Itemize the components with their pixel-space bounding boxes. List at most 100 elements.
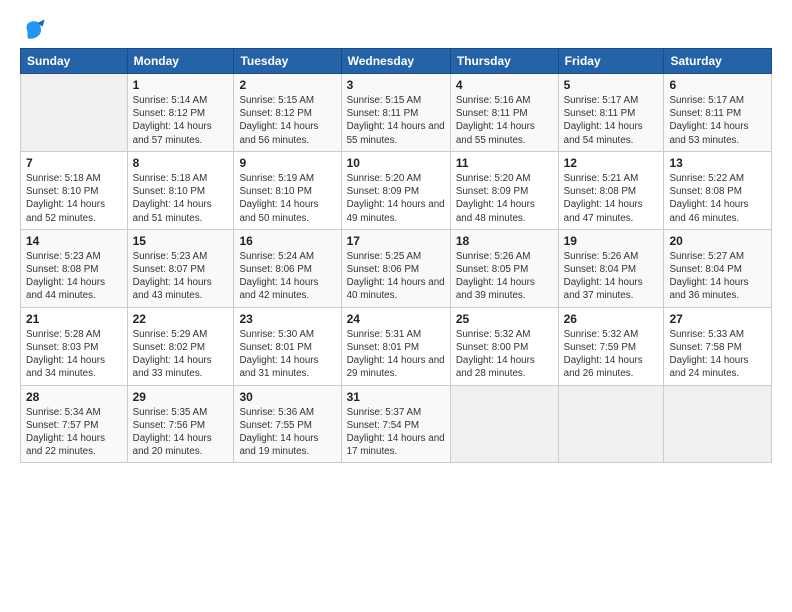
calendar-cell: 6 Sunrise: 5:17 AMSunset: 8:11 PMDaylight… <box>664 74 772 152</box>
day-info: Sunrise: 5:19 AMSunset: 8:10 PMDaylight:… <box>239 172 335 225</box>
day-info: Sunrise: 5:26 AMSunset: 8:05 PMDaylight:… <box>456 250 553 303</box>
day-info: Sunrise: 5:37 AMSunset: 7:54 PMDaylight:… <box>347 406 445 459</box>
calendar-cell: 1 Sunrise: 5:14 AMSunset: 8:12 PMDaylight… <box>127 74 234 152</box>
day-info: Sunrise: 5:29 AMSunset: 8:02 PMDaylight:… <box>133 328 229 381</box>
day-number: 26 <box>564 312 659 326</box>
calendar-cell <box>21 74 128 152</box>
day-number: 11 <box>456 156 553 170</box>
day-number: 25 <box>456 312 553 326</box>
calendar-cell: 5 Sunrise: 5:17 AMSunset: 8:11 PMDaylight… <box>558 74 664 152</box>
day-number: 15 <box>133 234 229 248</box>
calendar-cell: 9 Sunrise: 5:19 AMSunset: 8:10 PMDaylight… <box>234 151 341 229</box>
day-info: Sunrise: 5:35 AMSunset: 7:56 PMDaylight:… <box>133 406 229 459</box>
calendar-cell: 10Sunrise: 5:20 AMSunset: 8:09 PMDayligh… <box>341 151 450 229</box>
calendar-cell: 8 Sunrise: 5:18 AMSunset: 8:10 PMDaylight… <box>127 151 234 229</box>
calendar-cell <box>450 385 558 463</box>
day-info: Sunrise: 5:30 AMSunset: 8:01 PMDaylight:… <box>239 328 335 381</box>
calendar-week-3: 14 Sunrise: 5:23 AMSunset: 8:08 PMDayligh… <box>21 229 772 307</box>
calendar-week-4: 21Sunrise: 5:28 AMSunset: 8:03 PMDayligh… <box>21 307 772 385</box>
header-day-saturday: Saturday <box>664 49 772 74</box>
calendar-cell: 14 Sunrise: 5:23 AMSunset: 8:08 PMDayligh… <box>21 229 128 307</box>
day-number: 8 <box>133 156 229 170</box>
header-day-friday: Friday <box>558 49 664 74</box>
day-info: Sunrise: 5:15 AMSunset: 8:11 PMDaylight:… <box>347 94 445 147</box>
day-info: Sunrise: 5:18 AMSunset: 8:10 PMDaylight:… <box>133 172 229 225</box>
day-info: Sunrise: 5:32 AMSunset: 7:59 PMDaylight:… <box>564 328 659 381</box>
header-day-monday: Monday <box>127 49 234 74</box>
calendar-cell: 26 Sunrise: 5:32 AMSunset: 7:59 PMDayligh… <box>558 307 664 385</box>
calendar-week-1: 1 Sunrise: 5:14 AMSunset: 8:12 PMDaylight… <box>21 74 772 152</box>
day-number: 20 <box>669 234 766 248</box>
calendar-cell: 22 Sunrise: 5:29 AMSunset: 8:02 PMDayligh… <box>127 307 234 385</box>
day-info: Sunrise: 5:34 AMSunset: 7:57 PMDaylight:… <box>26 406 122 459</box>
calendar-week-2: 7 Sunrise: 5:18 AMSunset: 8:10 PMDaylight… <box>21 151 772 229</box>
day-info: Sunrise: 5:21 AMSunset: 8:08 PMDaylight:… <box>564 172 659 225</box>
header-day-sunday: Sunday <box>21 49 128 74</box>
calendar-cell <box>558 385 664 463</box>
day-number: 24 <box>347 312 445 326</box>
day-number: 29 <box>133 390 229 404</box>
day-number: 7 <box>26 156 122 170</box>
header-row <box>20 16 772 44</box>
calendar-cell: 13Sunrise: 5:22 AMSunset: 8:08 PMDayligh… <box>664 151 772 229</box>
day-info: Sunrise: 5:27 AMSunset: 8:04 PMDaylight:… <box>669 250 766 303</box>
day-info: Sunrise: 5:33 AMSunset: 7:58 PMDaylight:… <box>669 328 766 381</box>
day-number: 23 <box>239 312 335 326</box>
day-number: 18 <box>456 234 553 248</box>
day-info: Sunrise: 5:20 AMSunset: 8:09 PMDaylight:… <box>456 172 553 225</box>
day-number: 21 <box>26 312 122 326</box>
day-info: Sunrise: 5:23 AMSunset: 8:08 PMDaylight:… <box>26 250 122 303</box>
calendar-cell <box>664 385 772 463</box>
calendar-cell: 31Sunrise: 5:37 AMSunset: 7:54 PMDayligh… <box>341 385 450 463</box>
calendar-cell: 24 Sunrise: 5:31 AMSunset: 8:01 PMDayligh… <box>341 307 450 385</box>
logo-icon <box>20 16 48 44</box>
day-info: Sunrise: 5:25 AMSunset: 8:06 PMDaylight:… <box>347 250 445 303</box>
day-number: 16 <box>239 234 335 248</box>
day-number: 28 <box>26 390 122 404</box>
calendar-cell: 12 Sunrise: 5:21 AMSunset: 8:08 PMDayligh… <box>558 151 664 229</box>
day-info: Sunrise: 5:17 AMSunset: 8:11 PMDaylight:… <box>669 94 766 147</box>
calendar-cell: 11 Sunrise: 5:20 AMSunset: 8:09 PMDayligh… <box>450 151 558 229</box>
day-number: 6 <box>669 78 766 92</box>
day-info: Sunrise: 5:22 AMSunset: 8:08 PMDaylight:… <box>669 172 766 225</box>
header-day-wednesday: Wednesday <box>341 49 450 74</box>
day-number: 12 <box>564 156 659 170</box>
calendar-cell: 18 Sunrise: 5:26 AMSunset: 8:05 PMDayligh… <box>450 229 558 307</box>
calendar-cell: 4Sunrise: 5:16 AMSunset: 8:11 PMDaylight… <box>450 74 558 152</box>
calendar-week-5: 28 Sunrise: 5:34 AMSunset: 7:57 PMDayligh… <box>21 385 772 463</box>
calendar-cell: 17Sunrise: 5:25 AMSunset: 8:06 PMDayligh… <box>341 229 450 307</box>
day-number: 5 <box>564 78 659 92</box>
calendar-cell: 21Sunrise: 5:28 AMSunset: 8:03 PMDayligh… <box>21 307 128 385</box>
day-number: 30 <box>239 390 335 404</box>
calendar-cell: 23 Sunrise: 5:30 AMSunset: 8:01 PMDayligh… <box>234 307 341 385</box>
calendar-cell: 30 Sunrise: 5:36 AMSunset: 7:55 PMDayligh… <box>234 385 341 463</box>
day-info: Sunrise: 5:16 AMSunset: 8:11 PMDaylight:… <box>456 94 553 147</box>
header-day-thursday: Thursday <box>450 49 558 74</box>
day-number: 2 <box>239 78 335 92</box>
calendar-cell: 15 Sunrise: 5:23 AMSunset: 8:07 PMDayligh… <box>127 229 234 307</box>
calendar-cell: 2Sunrise: 5:15 AMSunset: 8:12 PMDaylight… <box>234 74 341 152</box>
calendar-cell: 16 Sunrise: 5:24 AMSunset: 8:06 PMDayligh… <box>234 229 341 307</box>
header-day-tuesday: Tuesday <box>234 49 341 74</box>
day-number: 3 <box>347 78 445 92</box>
page-container: SundayMondayTuesdayWednesdayThursdayFrid… <box>0 0 792 473</box>
day-number: 22 <box>133 312 229 326</box>
calendar-cell: 3 Sunrise: 5:15 AMSunset: 8:11 PMDaylight… <box>341 74 450 152</box>
day-number: 14 <box>26 234 122 248</box>
logo <box>20 16 52 44</box>
day-info: Sunrise: 5:14 AMSunset: 8:12 PMDaylight:… <box>133 94 229 147</box>
day-info: Sunrise: 5:32 AMSunset: 8:00 PMDaylight:… <box>456 328 553 381</box>
day-number: 1 <box>133 78 229 92</box>
day-info: Sunrise: 5:26 AMSunset: 8:04 PMDaylight:… <box>564 250 659 303</box>
day-info: Sunrise: 5:17 AMSunset: 8:11 PMDaylight:… <box>564 94 659 147</box>
calendar-cell: 20 Sunrise: 5:27 AMSunset: 8:04 PMDayligh… <box>664 229 772 307</box>
calendar-cell: 27 Sunrise: 5:33 AMSunset: 7:58 PMDayligh… <box>664 307 772 385</box>
calendar-cell: 7Sunrise: 5:18 AMSunset: 8:10 PMDaylight… <box>21 151 128 229</box>
day-info: Sunrise: 5:31 AMSunset: 8:01 PMDaylight:… <box>347 328 445 381</box>
day-number: 27 <box>669 312 766 326</box>
day-info: Sunrise: 5:36 AMSunset: 7:55 PMDaylight:… <box>239 406 335 459</box>
day-number: 9 <box>239 156 335 170</box>
day-info: Sunrise: 5:24 AMSunset: 8:06 PMDaylight:… <box>239 250 335 303</box>
day-info: Sunrise: 5:23 AMSunset: 8:07 PMDaylight:… <box>133 250 229 303</box>
header-row-days: SundayMondayTuesdayWednesdayThursdayFrid… <box>21 49 772 74</box>
